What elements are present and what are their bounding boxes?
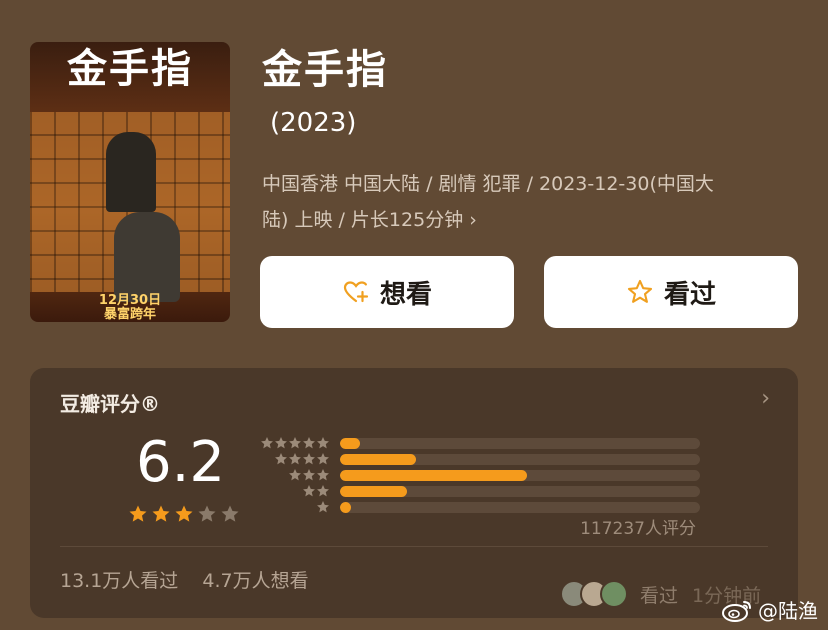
distribution-bar — [340, 501, 700, 513]
movie-meta[interactable]: 中国香港 中国大陆 / 剧情 犯罪 / 2023-12-30(中国大 陆) 上映… — [262, 166, 802, 238]
rating-distribution-row — [256, 500, 700, 514]
distribution-bar-fill — [340, 437, 360, 449]
movie-poster[interactable]: 金手指 12月30日 暴富跨年 — [30, 42, 230, 322]
weibo-watermark: @陆渔 — [720, 595, 818, 624]
rating-score: 6.2 — [136, 430, 226, 495]
star-icon — [303, 437, 315, 449]
rating-header: 豆瓣评分® — [60, 392, 160, 416]
star-icon — [317, 501, 329, 513]
distribution-bar — [340, 453, 700, 465]
friends-seen: 看过 — [640, 584, 679, 607]
star-icon — [221, 505, 239, 522]
avatar — [600, 580, 628, 608]
watch-stats: 13.1万人看过 4.7万人想看 — [60, 566, 327, 593]
star-icon — [303, 485, 315, 497]
distribution-bar-fill — [340, 501, 351, 513]
star-icon — [317, 453, 329, 465]
movie-year: (2023) — [270, 108, 357, 138]
distribution-stars — [256, 436, 330, 450]
star-icon — [261, 437, 273, 449]
distribution-bar-fill — [340, 453, 416, 465]
star-icon — [317, 437, 329, 449]
distribution-stars — [256, 484, 330, 498]
star-icon — [198, 505, 216, 522]
want-to-watch-label: 想看 — [379, 279, 432, 310]
star-icon — [317, 469, 329, 481]
heart-plus-icon — [343, 281, 369, 303]
star-icon — [275, 453, 287, 465]
star-icon — [289, 453, 301, 465]
star-icon — [317, 485, 329, 497]
star-icon — [152, 505, 170, 522]
want-to-watch-button[interactable]: 想看 — [260, 256, 514, 328]
divider — [60, 546, 768, 547]
chevron-right-icon: › — [469, 209, 477, 231]
rating-stars — [128, 504, 240, 524]
poster-tagline: 暴富跨年 — [103, 307, 156, 322]
distribution-stars — [256, 500, 330, 514]
poster-date: 12月30日 — [98, 293, 162, 308]
movie-meta-line1: 中国香港 中国大陆 / 剧情 犯罪 / 2023-12-30(中国大 — [262, 173, 714, 195]
star-icon — [303, 469, 315, 481]
chevron-right-icon[interactable]: › — [761, 386, 770, 411]
star-icon — [175, 505, 193, 522]
watched-count: 13.1万人看过 — [60, 570, 179, 592]
star-icon — [303, 453, 315, 465]
distribution-bar-fill — [340, 469, 528, 481]
rating-distribution-row — [256, 468, 700, 482]
watched-label: 看过 — [663, 279, 716, 310]
distribution-bar — [340, 485, 700, 497]
movie-meta-line2: 陆) 上映 / 片长125分钟 — [262, 209, 464, 231]
rating-distribution-row — [256, 484, 700, 498]
movie-title: 金手指 — [262, 47, 388, 93]
star-icon — [275, 437, 287, 449]
weibo-logo-icon — [722, 600, 751, 622]
star-icon — [289, 469, 301, 481]
want-count: 4.7万人想看 — [202, 570, 309, 592]
distribution-bar — [340, 469, 700, 481]
poster-figure-standing — [106, 132, 156, 212]
poster-figure-seated — [114, 212, 180, 302]
watermark-handle: @陆渔 — [758, 599, 818, 623]
distribution-stars — [256, 452, 330, 466]
rating-distribution-row — [256, 452, 700, 466]
poster-title: 金手指 — [67, 45, 193, 92]
distribution-bar-fill — [340, 485, 407, 497]
star-icon — [289, 437, 301, 449]
rating-card[interactable]: 豆瓣评分® › 6.2 117237人评分 13.1万人看过 4.7万人想看 看… — [30, 368, 798, 618]
watched-button[interactable]: 看过 — [544, 256, 798, 328]
distribution-bar — [340, 437, 700, 449]
star-outline-icon — [627, 279, 653, 303]
star-icon — [129, 505, 147, 522]
rating-count: 117237人评分 — [580, 519, 696, 539]
rating-distribution-row — [256, 436, 700, 450]
movie-meta-line2-wrap: 陆) 上映 / 片长125分钟 › — [262, 202, 802, 238]
distribution-stars — [256, 468, 330, 482]
